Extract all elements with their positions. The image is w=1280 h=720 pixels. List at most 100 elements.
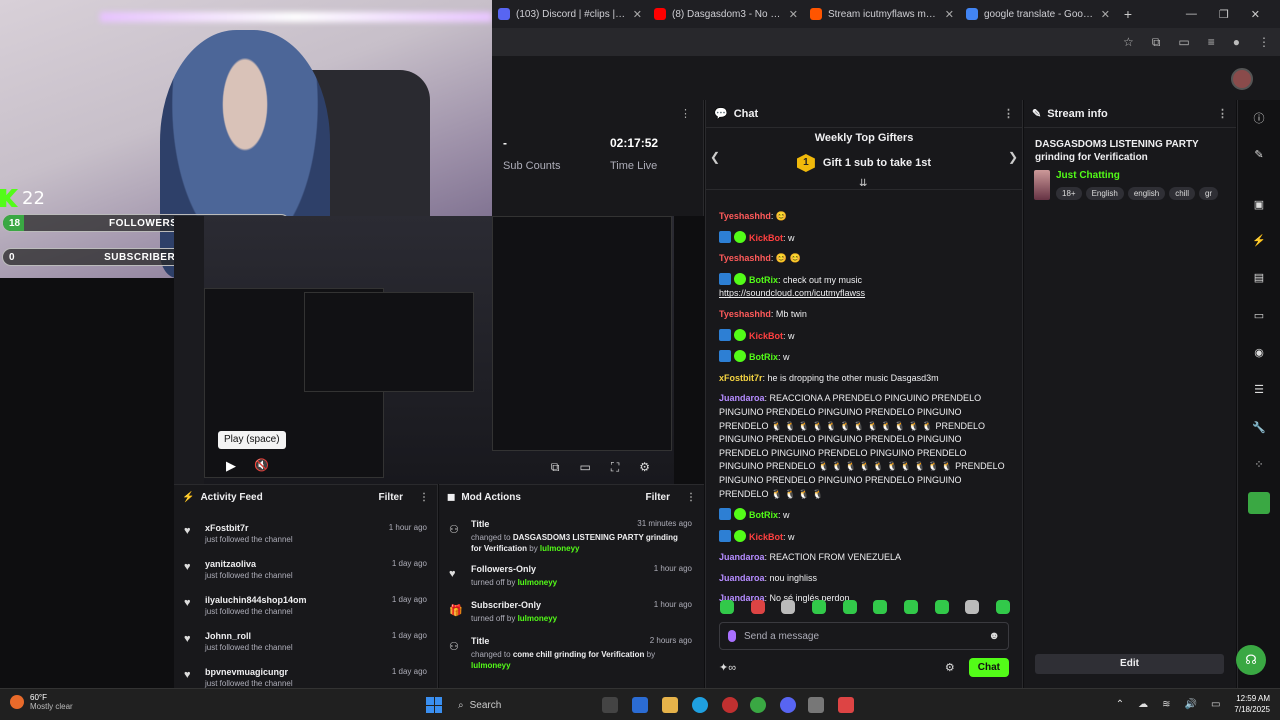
- emote-icon[interactable]: [781, 600, 796, 614]
- weather-widget[interactable]: 60°F Mostly clear: [10, 693, 73, 711]
- battery-icon[interactable]: ▭: [1211, 699, 1220, 710]
- emote-icon[interactable]: [720, 600, 734, 614]
- emote-icon[interactable]: [903, 600, 918, 614]
- browser-tab[interactable]: Stream icutmyflaws music | Listi ✕: [804, 0, 960, 28]
- edge-icon[interactable]: [692, 697, 708, 713]
- emote-icon[interactable]: [811, 600, 826, 614]
- browser-tab[interactable]: google translate - Google Sear ✕: [960, 0, 1116, 28]
- emote-icon[interactable]: [750, 600, 765, 614]
- wrench-icon[interactable]: 🔧: [1252, 421, 1266, 435]
- settings-icon[interactable]: ⚙: [639, 460, 650, 474]
- chevron-left-icon[interactable]: ❮: [710, 150, 720, 164]
- sidebar-icon[interactable]: ▭: [1178, 35, 1189, 49]
- app-icon-red[interactable]: [722, 697, 738, 713]
- mic-icon[interactable]: [728, 630, 736, 642]
- browser-menu-icon[interactable]: ⋮: [1258, 35, 1270, 49]
- new-tab-button[interactable]: +: [1116, 6, 1140, 22]
- activity-menu-icon[interactable]: ⋮: [419, 492, 429, 503]
- emote-icon[interactable]: [995, 600, 1010, 614]
- stream-tag[interactable]: English: [1085, 187, 1124, 200]
- volume-icon[interactable]: 🔊: [1185, 699, 1197, 710]
- cloud-icon[interactable]: ☁: [1138, 699, 1148, 710]
- apps-icon[interactable]: ⁘: [1252, 458, 1266, 472]
- mod-action-user[interactable]: lulmoneyy: [471, 661, 511, 670]
- mod-filter-button[interactable]: Filter: [646, 492, 670, 503]
- fullscreen-icon[interactable]: ⛶: [611, 460, 619, 475]
- lightning-rail-icon[interactable]: ⚡: [1252, 234, 1266, 248]
- chat-username[interactable]: Juandaroa: [719, 552, 765, 562]
- browser-tab[interactable]: (103) Discord | #clips | MONEY ✕: [492, 0, 648, 28]
- chat-username[interactable]: KickBot: [749, 233, 783, 243]
- clip-icon[interactable]: ⧉: [551, 460, 560, 475]
- discord-icon[interactable]: [780, 697, 796, 713]
- emote-icon[interactable]: [842, 600, 857, 614]
- chevron-right-icon[interactable]: ❯: [1008, 150, 1018, 164]
- chat-username[interactable]: BotRix: [749, 352, 778, 362]
- settings-app-icon[interactable]: [808, 697, 824, 713]
- chat-username[interactable]: xFostbit7r: [719, 373, 763, 383]
- mod-menu-icon[interactable]: ⋮: [686, 492, 696, 503]
- emote-icon[interactable]: [965, 600, 980, 614]
- close-window-button[interactable]: ✕: [1251, 8, 1260, 21]
- broadcast-icon[interactable]: ◉: [1252, 346, 1266, 360]
- chrome-icon[interactable]: [750, 697, 766, 713]
- mod-action-user[interactable]: lulmoneyy: [518, 578, 558, 587]
- info-icon[interactable]: ⓘ: [1252, 112, 1266, 126]
- start-button[interactable]: [426, 697, 442, 713]
- chat-username[interactable]: Tyeshashhd: [719, 309, 771, 319]
- taskbar-search[interactable]: ⌕ Search: [452, 695, 592, 715]
- points-icon[interactable]: ✦∞: [719, 661, 736, 674]
- chat-username[interactable]: Juandaroa: [719, 573, 765, 583]
- tab-close-icon[interactable]: ✕: [945, 8, 954, 21]
- chat-input[interactable]: Send a message ☻: [719, 622, 1009, 650]
- chat-username[interactable]: BotRix: [749, 510, 778, 520]
- chat-link[interactable]: https://soundcloud.com/icutmyflawss: [719, 288, 865, 298]
- layout-icon[interactable]: ▣: [1252, 198, 1266, 212]
- stream-tag[interactable]: chill: [1169, 187, 1195, 200]
- task-view-icon[interactable]: [602, 697, 618, 713]
- minimize-button[interactable]: —: [1186, 8, 1197, 21]
- chat-menu-icon[interactable]: ⋮: [1003, 107, 1014, 120]
- chat-username[interactable]: Juandaroa: [719, 393, 765, 403]
- media-icon[interactable]: ≡: [1208, 35, 1215, 49]
- stream-tag[interactable]: 18+: [1056, 187, 1082, 200]
- green-app-icon[interactable]: [1248, 492, 1270, 514]
- activity-filter-button[interactable]: Filter: [379, 492, 403, 503]
- maximize-button[interactable]: ❐: [1219, 8, 1229, 21]
- browser-tab[interactable]: (8) Dasgasdom3 - No Hook (Of ✕: [648, 0, 804, 28]
- stream-tag[interactable]: english: [1127, 187, 1166, 200]
- chat-rail-icon[interactable]: ▭: [1252, 309, 1266, 323]
- app-icon-obs[interactable]: [838, 697, 854, 713]
- chat-username[interactable]: Tyeshashhd: [719, 211, 771, 221]
- stream-tag[interactable]: gr: [1198, 187, 1219, 200]
- stream-category[interactable]: Just Chatting: [1056, 170, 1226, 181]
- help-fab-icon[interactable]: ☊: [1236, 645, 1266, 675]
- document-icon[interactable]: ▤: [1252, 271, 1266, 285]
- tab-close-icon[interactable]: ✕: [1101, 8, 1110, 21]
- bookmark-star-icon[interactable]: ☆: [1123, 35, 1134, 49]
- theater-icon[interactable]: ▭: [579, 460, 590, 474]
- list-icon[interactable]: ☰: [1252, 383, 1266, 397]
- chat-username[interactable]: KickBot: [749, 532, 783, 542]
- emoji-icon[interactable]: ☻: [988, 630, 1000, 642]
- chat-username[interactable]: BotRix: [749, 275, 778, 285]
- edit-stream-button[interactable]: Edit: [1035, 654, 1224, 674]
- send-chat-button[interactable]: Chat: [968, 657, 1009, 677]
- gifters-cta[interactable]: Gift 1 sub to take 1st: [823, 157, 931, 169]
- mod-action-user[interactable]: lulmoneyy: [540, 544, 580, 553]
- file-explorer-icon[interactable]: [662, 697, 678, 713]
- stream-info-menu-icon[interactable]: ⋮: [1217, 107, 1228, 120]
- wifi-icon[interactable]: ≋: [1162, 699, 1170, 710]
- tab-close-icon[interactable]: ✕: [633, 8, 642, 21]
- emote-icon[interactable]: [934, 600, 949, 614]
- clock[interactable]: 12:59 AM 7/18/2025: [1234, 693, 1270, 715]
- mod-action-user[interactable]: lulmoneyy: [518, 614, 558, 623]
- pinned-collapse-icon[interactable]: ⇊: [859, 178, 867, 189]
- chat-settings-icon[interactable]: ⚙: [945, 661, 955, 674]
- tray-chevron-icon[interactable]: ⌃: [1116, 699, 1124, 710]
- user-avatar[interactable]: [1231, 68, 1253, 90]
- edit-icon[interactable]: ✎: [1252, 148, 1266, 162]
- extensions-icon[interactable]: ⧉: [1152, 35, 1161, 50]
- chat-username[interactable]: KickBot: [749, 331, 783, 341]
- store-icon[interactable]: [632, 697, 648, 713]
